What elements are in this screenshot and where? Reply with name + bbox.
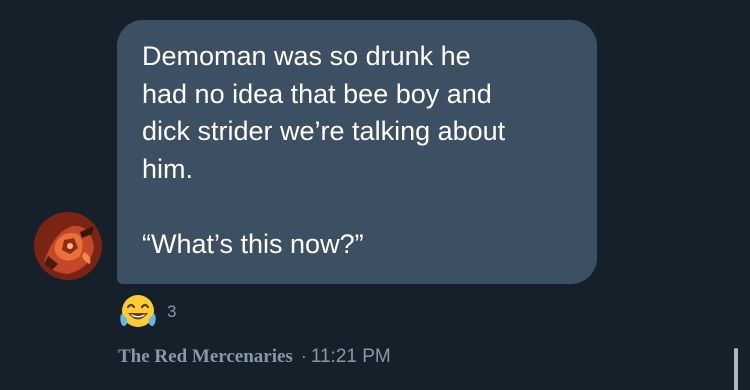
message-text-line: him. [142, 153, 194, 184]
dm-conversation: Demoman was so drunk he had no idea that… [0, 0, 750, 390]
message-meta: The Red Mercenaries · 11:21 PM [118, 346, 391, 368]
message-text-line: dick strider we’re talking about [142, 116, 506, 146]
sender-name[interactable]: The Red Mercenaries [118, 346, 293, 368]
message-text-line: “What’s this now?” [142, 228, 364, 259]
tears-of-joy-emoji-icon [120, 295, 156, 327]
scrollbar[interactable] [734, 348, 738, 390]
avatar-image [34, 212, 102, 280]
sender-avatar[interactable] [34, 212, 102, 280]
reaction-count: 3 [167, 302, 177, 321]
message-text-line: Demoman was so drunk he [142, 41, 471, 71]
reaction-chip[interactable]: 3 [117, 292, 176, 332]
message-bubble[interactable]: Demoman was so drunk he had no idea that… [117, 20, 597, 284]
message-text-line [142, 188, 567, 226]
message-timestamp: 11:21 PM [310, 346, 391, 367]
message-text-line: had no idea that bee boy and [142, 78, 492, 109]
meta-separator: · [300, 346, 307, 366]
